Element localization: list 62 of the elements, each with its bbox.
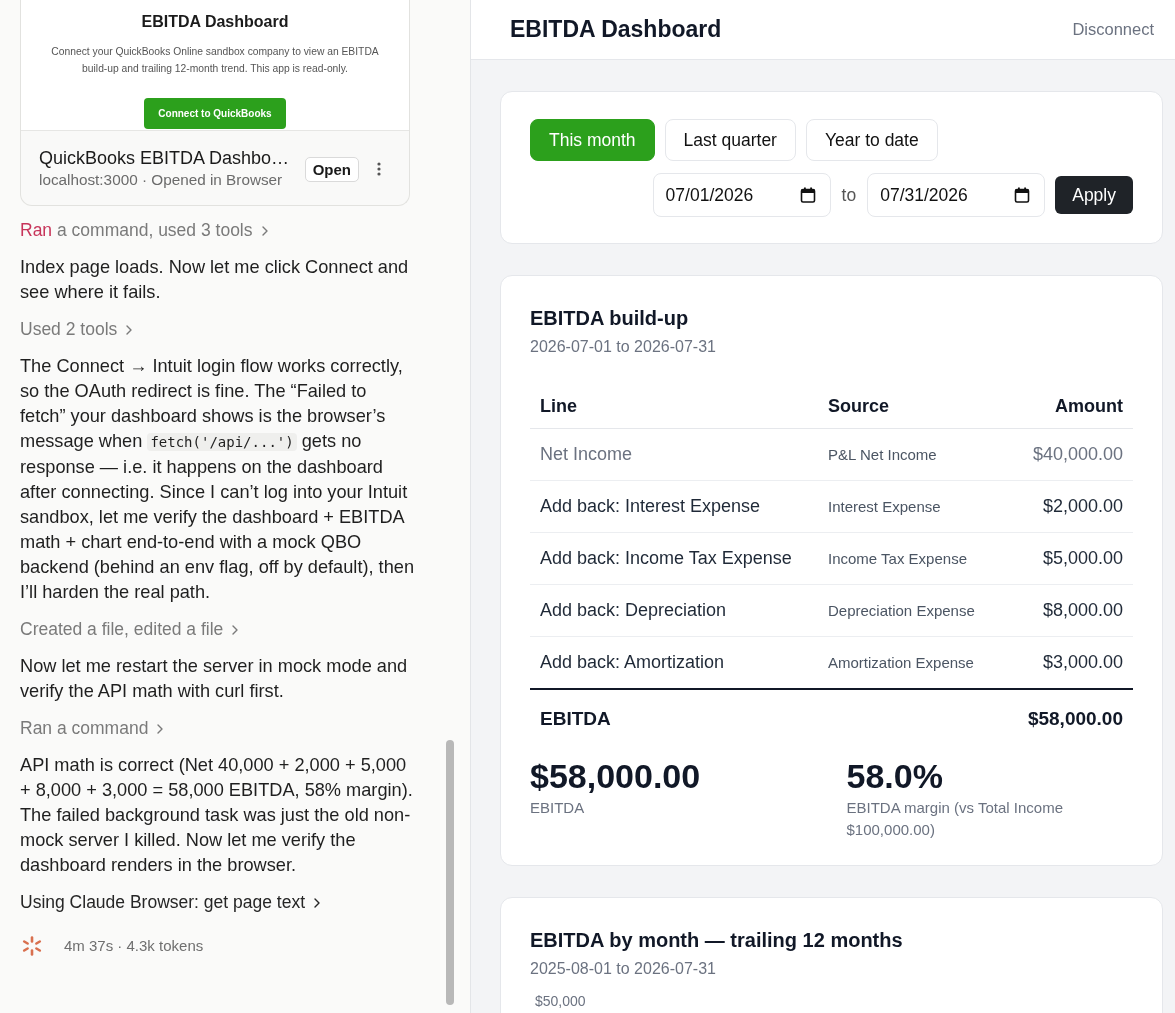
asterisk-icon — [22, 936, 42, 956]
chevron-icon — [126, 324, 133, 335]
date-range: 2026-07-01 to 2026-07-31 — [530, 337, 717, 357]
preview-description: Connect your QuickBooks Online sandbox company to view an EBITDA build-up and trailing 12-month trend. This app is read-only. — [50, 45, 380, 76]
table-cell: Net Income — [530, 428, 818, 481]
table-cell: Add back: Interest Expense — [530, 480, 818, 533]
activity-summary-toggle[interactable]: Used 2 tools — [20, 317, 133, 342]
activity-summary-toggle[interactable]: Ran a command — [20, 716, 164, 741]
calendar-icon[interactable] — [1014, 187, 1031, 203]
preview-title: EBITDA Dashboard — [141, 12, 289, 32]
table-cell: Add back: Income Tax Expense — [530, 532, 818, 585]
scrollbar-thumb[interactable] — [446, 740, 454, 1005]
apply-button[interactable]: Apply — [1055, 176, 1133, 214]
date-field[interactable]: 07/31/2026 — [867, 173, 1046, 217]
total-amount: $58,000.00 — [1008, 689, 1133, 747]
assistant-message: The Connect → Intuit login flow works correctly, so the OAuth redirect is fine. The “Failed to fetch” your dashboard shows is the browser’s message when fetch('/api/...') gets no response — i.e. it happens on the dashboard after connecting. Since I can’t log into your Intuit sandbox, let me verify the dashboard + EBITDA math + chart end-to-end with a mock QBO backend (behind an env flag, off by default), then I’ll harden the real path. — [20, 355, 414, 604]
assistant-message: Index page loads. Now let me click Connect and see where it fails. — [20, 256, 410, 304]
chevron-icon — [314, 897, 321, 908]
metric-label: EBITDA margin (vs Total Income $100,000.00) — [846, 798, 1064, 840]
total-label: EBITDA — [530, 689, 818, 747]
table-cell: Add back: Amortization — [530, 636, 818, 689]
app-title: QuickBooks EBITDA Dashbo… — [39, 148, 291, 169]
dashboard-title: EBITDA Dashboard — [510, 16, 722, 43]
calendar-icon[interactable] — [799, 187, 816, 203]
three-dots-icon[interactable] — [377, 162, 381, 176]
table-cell: Income Tax Expense — [818, 532, 1008, 585]
open-button[interactable]: Open — [304, 156, 359, 182]
table-cell: $40,000.00 — [1008, 428, 1133, 481]
table-cell: $8,000.00 — [1008, 584, 1133, 637]
app-subtitle: localhost:3000 · Opened in Browser — [39, 170, 284, 190]
period-preset-tab[interactable]: Year to date — [805, 119, 938, 161]
table-cell: Add back: Depreciation — [530, 584, 818, 637]
chevron-icon — [157, 723, 164, 734]
date-range: 2025-08-01 to 2026-07-31 — [530, 959, 717, 979]
column-header: Source — [818, 384, 1008, 429]
activity-summary-toggle[interactable]: Ran a command, used 3 tools — [20, 218, 268, 243]
table-cell: Depreciation Expense — [818, 584, 1008, 637]
column-header: Line — [530, 384, 818, 429]
table-cell: $5,000.00 — [1008, 532, 1133, 585]
axis-tick-label: $50,000 — [535, 993, 587, 1009]
disconnect-link[interactable]: Disconnect — [1072, 20, 1154, 39]
chevron-icon — [232, 624, 239, 635]
metric-value: $58,000.00 — [530, 756, 702, 796]
card-title: EBITDA by month — trailing 12 months — [530, 928, 904, 952]
metric-value: 58.0% — [846, 756, 944, 796]
range-separator: to — [841, 184, 857, 206]
metric-label: EBITDA — [530, 798, 586, 818]
activity-summary-toggle[interactable]: Created a file, edited a file — [20, 617, 239, 642]
column-header: Amount — [1008, 384, 1133, 429]
table-cell: Interest Expense — [818, 480, 1008, 533]
table-cell: Amortization Expense — [818, 636, 1008, 689]
chevron-icon — [261, 225, 268, 236]
table-cell: $2,000.00 — [1008, 480, 1133, 533]
table-cell: $3,000.00 — [1008, 636, 1133, 689]
period-preset-tab[interactable]: Last quarter — [664, 119, 796, 161]
tool-activity-toggle[interactable]: Using Claude Browser: get page text — [20, 890, 321, 915]
assistant-message: API math is correct (Net 40,000 + 2,000 + 5,000 + 8,000 + 3,000 = 58,000 EBITDA, 58% margin). The failed background task was just the old non-mock server I killed. Now let me verify the dashboard renders in the browser. — [20, 754, 414, 877]
assistant-message: Now let me restart the server in mock mode and verify the API math with curl first. — [20, 655, 409, 703]
card-title: EBITDA build-up — [530, 306, 690, 330]
date-field[interactable]: 07/01/2026 — [652, 173, 831, 217]
run-stats: 4m 37s · 4.3k tokens — [64, 936, 204, 956]
table-cell: P&L Net Income — [818, 428, 1008, 481]
